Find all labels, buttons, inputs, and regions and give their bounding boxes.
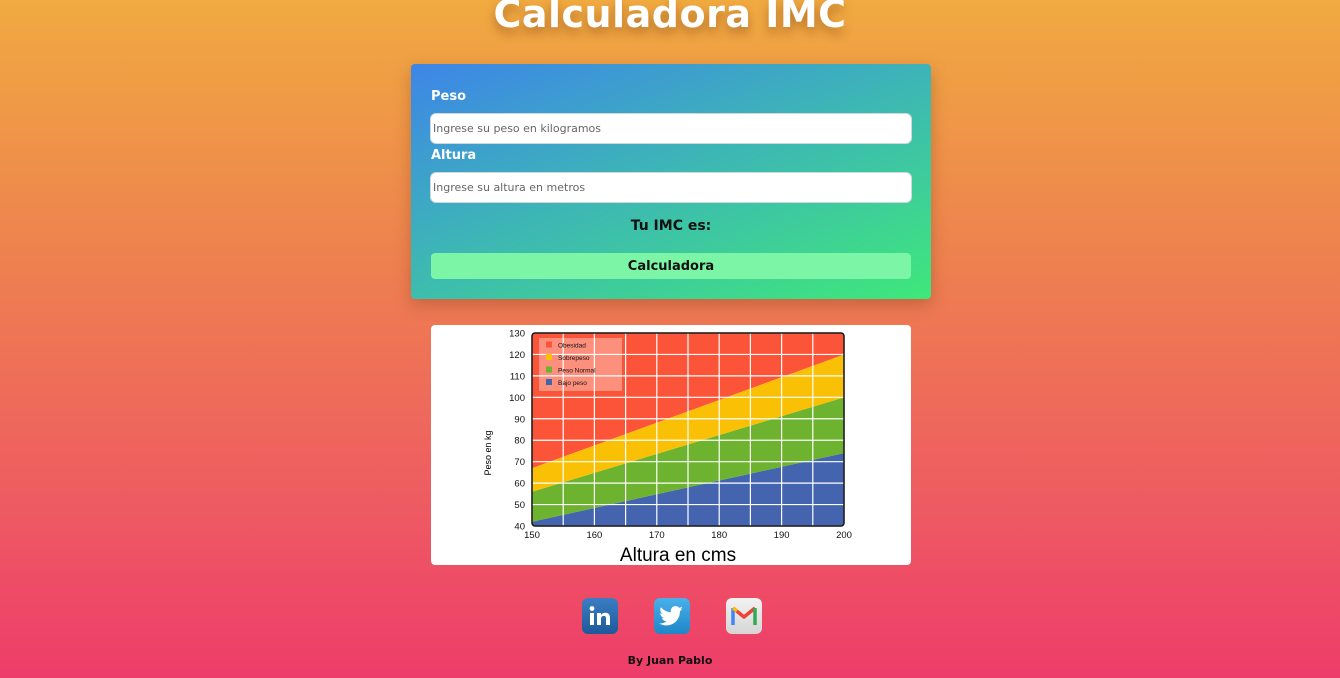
legend-swatch — [546, 379, 552, 385]
legend-label: Bajo peso — [558, 380, 587, 387]
x-tick-label: 190 — [774, 530, 790, 541]
gmail-icon — [731, 606, 757, 625]
y-tick-label: 50 — [514, 500, 525, 511]
calculate-button[interactable]: Calculadora — [431, 253, 911, 279]
x-tick-label: 150 — [524, 530, 540, 541]
weight-label: Peso — [431, 89, 467, 104]
linkedin-icon — [589, 606, 610, 625]
x-tick-label: 170 — [649, 530, 665, 541]
footer-credit: By Juan Pablo — [627, 654, 713, 667]
legend-label: Obesidad — [558, 343, 586, 350]
page-title: Calculadora IMC — [493, 0, 847, 36]
chart-x-axis-label: Altura en cms — [620, 545, 736, 565]
bmi-chart: 150 160 170 180 190 200 40 50 60 70 80 90 100 110 120 1… — [431, 325, 911, 565]
legend-label: Peso Normal — [558, 368, 596, 375]
height-input[interactable] — [430, 172, 912, 203]
bmi-chart-svg: 150 160 170 180 190 200 40 50 60 70 80 90 100 110 120 1… — [483, 329, 852, 566]
y-tick-label: 130 — [509, 329, 525, 340]
legend-label: Sobrepeso — [558, 355, 590, 362]
weight-input[interactable] — [430, 113, 912, 144]
twitter-icon — [659, 606, 683, 626]
y-tick-label: 80 — [514, 436, 525, 447]
legend-swatch — [546, 354, 552, 360]
linkedin-link[interactable] — [582, 598, 618, 634]
x-tick-label: 180 — [711, 530, 727, 541]
bmi-result-text: Tu IMC es: — [630, 218, 712, 234]
y-tick-label: 120 — [509, 350, 525, 361]
y-tick-label: 60 — [514, 479, 525, 490]
y-tick-label: 100 — [509, 393, 525, 404]
height-label: Altura — [431, 148, 477, 163]
gmail-link[interactable] — [726, 598, 762, 634]
legend-swatch — [546, 366, 552, 373]
legend-swatch — [546, 341, 552, 348]
y-tick-label: 40 — [514, 522, 525, 533]
y-tick-label: 70 — [514, 457, 525, 468]
chart-y-axis-label: Peso en kg — [483, 430, 493, 475]
x-tick-label: 160 — [586, 530, 602, 541]
twitter-link[interactable] — [654, 598, 690, 634]
y-tick-label: 90 — [514, 414, 525, 425]
x-tick-label: 200 — [836, 530, 852, 541]
y-tick-label: 110 — [510, 371, 525, 382]
bmi-form-card: Peso Altura Tu IMC es: Calculadora — [411, 64, 931, 299]
